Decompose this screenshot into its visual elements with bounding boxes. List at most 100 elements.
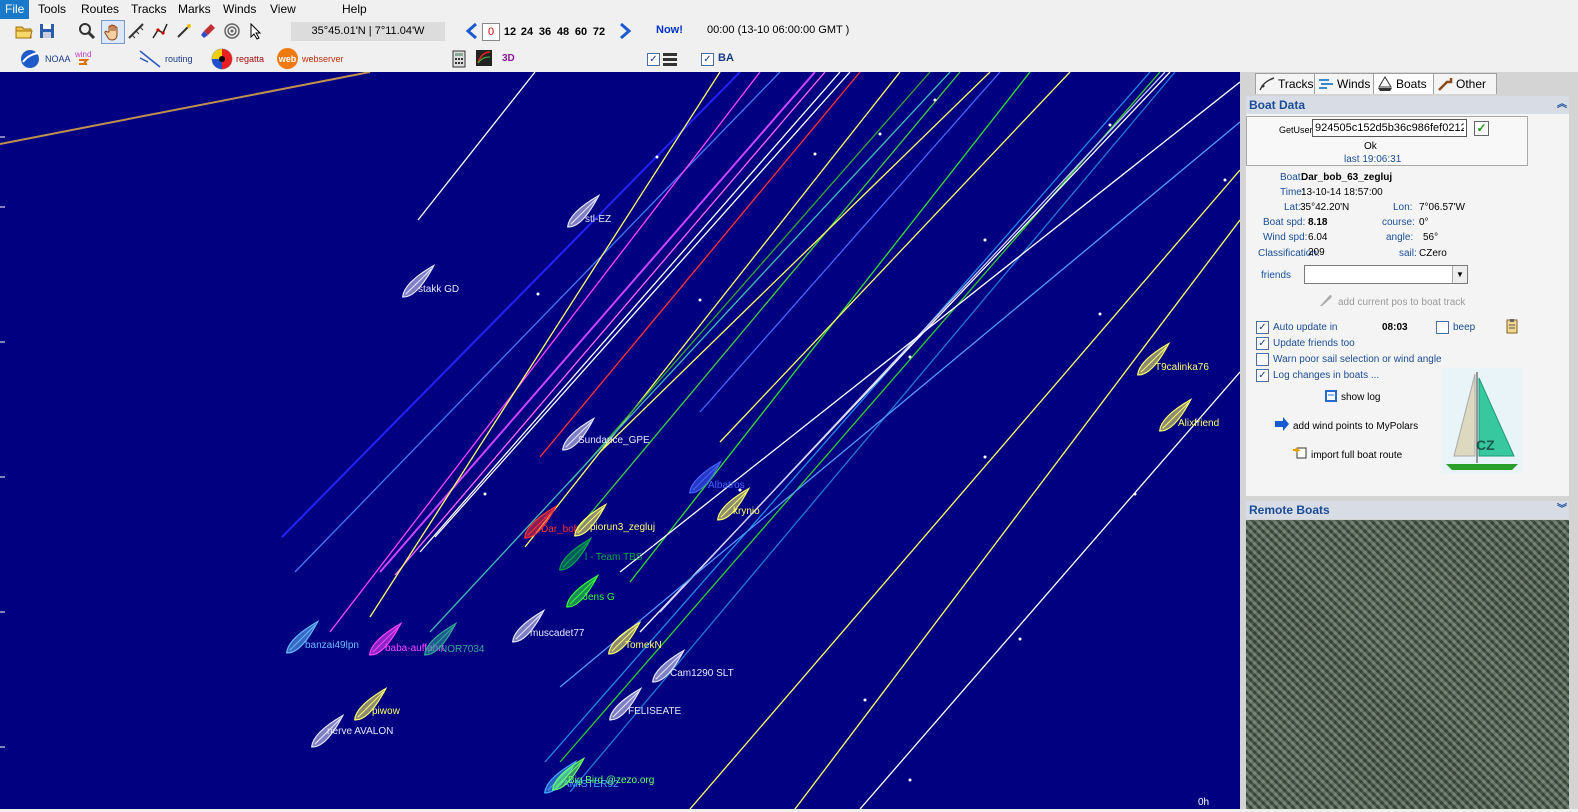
menu-marks[interactable]: Marks [173, 0, 216, 19]
auto-update-checkbox[interactable]: ✓ [1256, 321, 1269, 334]
boat-label: krynio [733, 506, 760, 517]
layers-icon[interactable] [663, 52, 677, 66]
hour-36-button[interactable]: 36 [537, 23, 553, 41]
feather-icon [1318, 292, 1334, 311]
zoom-icon[interactable] [78, 22, 96, 40]
map-ruler [0, 72, 6, 809]
boat-marker[interactable] [606, 686, 646, 723]
boat-data-title: Boat Data [1249, 98, 1306, 112]
toolbar-secondary: NOAA wind routing regatta web webserver … [0, 45, 1578, 73]
warn-sail-checkbox[interactable] [1256, 353, 1269, 366]
beep-checkbox[interactable] [1436, 321, 1449, 334]
wind-speed-label: Wind spd: [1263, 232, 1308, 243]
target-icon[interactable] [223, 22, 241, 40]
tab-winds[interactable]: Winds [1314, 73, 1375, 94]
regatta-label[interactable]: regatta [236, 54, 264, 64]
webserver-icon[interactable]: web [277, 48, 298, 69]
boat-data-header[interactable]: Boat Data ︽ [1246, 96, 1569, 114]
menu-help[interactable]: Help [337, 0, 372, 19]
wind-icon[interactable]: wind [73, 48, 95, 70]
friends-dropdown[interactable]: ▼ [1304, 265, 1468, 284]
add-wind-points-button[interactable]: add wind points to MyPolars [1293, 421, 1418, 432]
import-route-button[interactable]: import full boat route [1311, 450, 1402, 461]
measure-icon[interactable] [127, 22, 145, 40]
boat-label: NOR7034 [440, 644, 485, 655]
regatta-icon[interactable] [211, 48, 233, 70]
time-forward-icon[interactable] [618, 23, 632, 39]
boat-marker[interactable] [521, 504, 561, 541]
menu-routes[interactable]: Routes [76, 0, 124, 19]
pointer-icon[interactable] [247, 22, 265, 40]
menu-winds[interactable]: Winds [218, 0, 261, 19]
add-pos-button[interactable]: add current pos to boat track [1338, 297, 1465, 308]
menu-tools[interactable]: Tools [33, 0, 71, 19]
hour-60-button[interactable]: 60 [573, 23, 589, 41]
show-log-button[interactable]: show log [1341, 392, 1380, 403]
remote-boats-panel [1246, 520, 1569, 809]
menu-view[interactable]: View [265, 0, 301, 19]
hour-72-button[interactable]: 72 [591, 23, 607, 41]
show-log-icon[interactable] [1323, 388, 1339, 407]
boat-marker[interactable] [649, 648, 689, 685]
boat-marker[interactable] [605, 620, 645, 657]
boat-label: stl-EZ [585, 214, 611, 225]
collapse-up-icon[interactable]: ︽ [1557, 96, 1567, 114]
tab-tracks-label: Tracks [1278, 77, 1314, 91]
remote-boats-title: Remote Boats [1249, 503, 1330, 517]
boat-label: muscadet77 [530, 628, 585, 639]
arrow-right-icon[interactable] [1274, 417, 1290, 434]
boat-marker[interactable] [509, 608, 549, 645]
boat-label: Sundance_GPE [578, 435, 650, 446]
layers-checkbox[interactable]: ✓ [647, 53, 660, 66]
ba-checkbox[interactable]: ✓ [701, 53, 714, 66]
hour-24-button[interactable]: 24 [519, 23, 535, 41]
tab-boats-label: Boats [1396, 77, 1427, 91]
routing-icon[interactable] [138, 48, 162, 70]
expand-down-icon[interactable]: ︾ [1557, 501, 1567, 519]
boat-sail-image: CZ [1442, 368, 1522, 473]
map-canvas[interactable]: 0h stl-EZ stakk GD Sundance_GPE Albatros kry… [0, 72, 1240, 809]
classification-value: 209 [1308, 247, 1325, 258]
menu-tracks[interactable]: Tracks [126, 0, 172, 19]
log-changes-label: Log changes in boats ... [1273, 370, 1380, 381]
3d-view-button[interactable]: 3D [502, 53, 515, 64]
hour-0-button[interactable]: 0 [482, 23, 500, 41]
getuser-status: Ok [1364, 141, 1377, 152]
tab-tracks[interactable]: Tracks [1255, 73, 1321, 94]
tab-other-label: Other [1456, 77, 1487, 91]
tab-other[interactable]: Other [1433, 73, 1497, 94]
noaa-icon[interactable] [20, 49, 40, 69]
save-icon[interactable] [38, 22, 56, 40]
hour-12-button[interactable]: 12 [502, 23, 518, 41]
tab-boats[interactable]: Boats [1373, 73, 1435, 94]
current-time: 00:00 (13-10 06:00:00 GMT ) [707, 24, 850, 36]
chevron-down-icon[interactable]: ▼ [1452, 266, 1467, 283]
time-value: 13-10-14 18:57:00 [1301, 187, 1383, 198]
boat-marker[interactable] [571, 502, 611, 539]
boat-marker[interactable] [351, 686, 391, 723]
time-back-icon[interactable] [465, 23, 479, 39]
routing-label[interactable]: routing [165, 54, 193, 64]
menu-bar: File Tools Routes Tracks Marks Winds Vie… [0, 0, 1578, 19]
pan-hand-icon[interactable] [101, 20, 125, 44]
boat-marker[interactable] [714, 486, 754, 523]
hour-48-button[interactable]: 48 [555, 23, 571, 41]
menu-file[interactable]: File [0, 0, 30, 19]
mark-pen-icon[interactable] [175, 22, 193, 40]
polar-chart-icon[interactable] [474, 48, 494, 68]
calculator-icon[interactable] [452, 50, 466, 68]
getuser-ok-checkbox[interactable]: ✓ [1474, 121, 1489, 136]
route-draw-icon[interactable] [151, 22, 169, 40]
webserver-label[interactable]: webserver [302, 54, 344, 64]
getuser-input[interactable] [1312, 119, 1467, 137]
clipboard-icon[interactable] [1504, 318, 1520, 337]
remote-boats-header[interactable]: Remote Boats ︾ [1246, 501, 1569, 519]
open-folder-icon[interactable] [14, 22, 34, 40]
wind-label: wind [74, 50, 91, 59]
update-friends-checkbox[interactable]: ✓ [1256, 337, 1269, 350]
import-route-icon[interactable] [1292, 444, 1308, 463]
log-changes-checkbox[interactable]: ✓ [1256, 369, 1269, 382]
noaa-label[interactable]: NOAA [45, 54, 71, 64]
paint-brush-icon[interactable] [199, 22, 217, 40]
now-button[interactable]: Now! [656, 24, 683, 36]
